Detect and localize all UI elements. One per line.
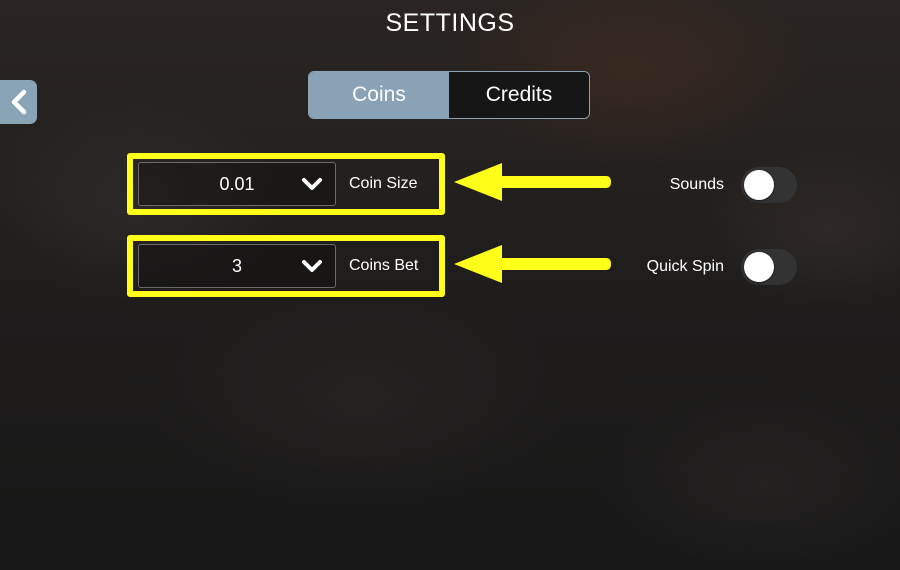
toggle-knob: [744, 170, 774, 200]
quick-spin-toggle[interactable]: [741, 249, 797, 285]
quick-spin-label: Quick Spin: [646, 258, 724, 275]
tab-credits[interactable]: Credits: [449, 72, 589, 118]
coin-size-label: Coin Size: [349, 175, 418, 192]
chevron-left-icon: [10, 89, 28, 115]
arrow-left-icon: [450, 160, 614, 204]
currency-tab-group: Coins Credits: [308, 71, 590, 119]
coin-size-select[interactable]: 0.01: [138, 162, 336, 206]
toggle-knob: [744, 252, 774, 282]
chevron-down-icon: [301, 176, 323, 197]
coins-bet-label: Coins Bet: [349, 257, 419, 274]
page-title: SETTINGS: [385, 9, 515, 37]
coins-bet-highlight: 3 Coins Bet: [127, 235, 445, 297]
tab-coins[interactable]: Coins: [309, 72, 449, 118]
sounds-toggle[interactable]: [741, 167, 797, 203]
chevron-down-icon: [301, 258, 323, 279]
sounds-label: Sounds: [669, 176, 724, 193]
arrow-left-icon: [450, 242, 614, 286]
coins-bet-select[interactable]: 3: [138, 244, 336, 288]
back-button[interactable]: [0, 80, 37, 124]
coin-size-highlight: 0.01 Coin Size: [127, 153, 445, 215]
